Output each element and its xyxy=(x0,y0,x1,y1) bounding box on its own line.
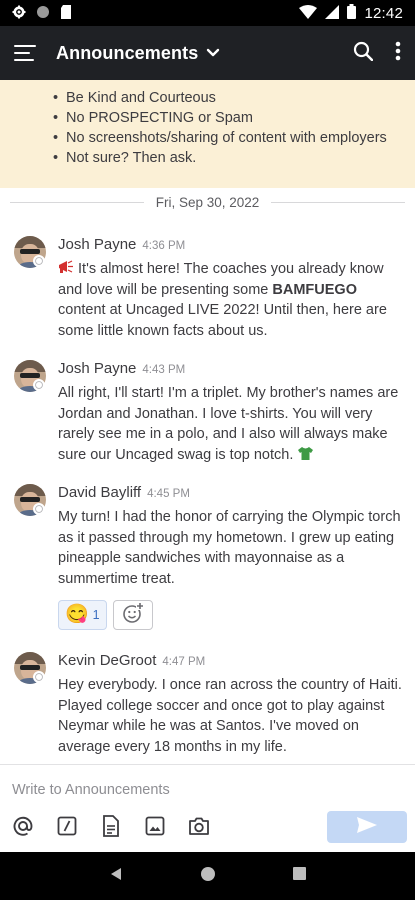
home-icon[interactable] xyxy=(200,866,216,887)
header-actions xyxy=(353,41,401,66)
message-text: It's almost here! The coaches you alread… xyxy=(58,260,387,339)
presence-status-icon xyxy=(33,671,45,683)
author-name[interactable]: Josh Payne xyxy=(58,236,136,253)
send-button[interactable] xyxy=(327,811,407,843)
post-header: David Bayliff 4:45 PM xyxy=(58,484,190,501)
channel-title: Announcements xyxy=(56,42,199,63)
post-composer xyxy=(0,764,415,852)
at-mention-icon[interactable] xyxy=(12,815,34,837)
signal-icon xyxy=(325,4,340,22)
chevron-down-icon xyxy=(206,48,220,58)
reactions-row: 😋 1 xyxy=(58,600,153,630)
status-time: 12:42 xyxy=(364,4,403,22)
camera-icon[interactable] xyxy=(188,815,210,837)
post-header: Kevin DeGroot 4:47 PM xyxy=(58,652,205,669)
sd-card-icon xyxy=(60,4,72,22)
author-name[interactable]: David Bayliff xyxy=(58,484,141,501)
rule-item: Not sure? Then ask. xyxy=(53,148,399,168)
channel-banner[interactable]: Be Kind and Courteous No PROSPECTING or … xyxy=(0,80,415,188)
add-reaction-button[interactable] xyxy=(112,600,153,630)
status-left xyxy=(12,4,72,22)
reaction-count: 1 xyxy=(92,608,100,622)
date-separator: Fri, Sep 30, 2022 xyxy=(0,190,415,214)
post-time: 4:45 PM xyxy=(147,488,190,500)
more-vert-icon[interactable] xyxy=(395,41,401,66)
file-icon[interactable] xyxy=(100,815,122,837)
wifi-icon xyxy=(299,4,318,22)
slash-command-icon[interactable] xyxy=(56,815,78,837)
send-icon xyxy=(356,816,378,839)
tshirt-emoji-icon xyxy=(297,446,314,463)
image-icon[interactable] xyxy=(144,815,166,837)
message-input[interactable] xyxy=(12,779,392,801)
add-emoji-icon xyxy=(122,601,144,629)
channel-switcher[interactable]: Announcements xyxy=(56,43,220,64)
message-text: All right, I'll start! I'm a triplet. My… xyxy=(58,385,399,463)
message-text: Hey everybody. I once ran across the cou… xyxy=(58,677,402,755)
back-icon[interactable] xyxy=(109,867,123,886)
app-header: Announcements xyxy=(0,26,415,80)
rule-item: Be Kind and Courteous xyxy=(53,88,399,108)
rules-list: Be Kind and Courteous No PROSPECTING or … xyxy=(0,88,415,168)
post[interactable]: Kevin DeGroot 4:47 PM Hey everybody. I o… xyxy=(0,652,415,760)
megaphone-emoji-icon xyxy=(58,260,74,277)
author-name[interactable]: Josh Payne xyxy=(58,360,136,377)
post-time: 4:36 PM xyxy=(142,240,186,252)
post-time: 4:43 PM xyxy=(142,364,186,376)
presence-status-icon xyxy=(33,255,45,267)
date-label: Fri, Sep 30, 2022 xyxy=(155,194,260,210)
presence-status-icon xyxy=(33,503,45,515)
circle-icon xyxy=(36,5,50,22)
search-icon[interactable] xyxy=(353,41,374,66)
rule-item: No screenshots/sharing of content with e… xyxy=(53,128,399,148)
message-text: My turn! I had the honor of carrying the… xyxy=(58,509,401,587)
author-name[interactable]: Kevin DeGroot xyxy=(58,652,156,669)
composer-toolbar xyxy=(12,815,210,837)
hamburger-icon[interactable] xyxy=(14,45,36,61)
reaction-chip[interactable]: 😋 1 xyxy=(58,600,107,630)
post-time: 4:47 PM xyxy=(162,656,206,668)
post-header: Josh Payne 4:43 PM xyxy=(58,360,185,377)
post[interactable]: Josh Payne 4:43 PM All right, I'll start… xyxy=(0,360,415,470)
rule-item: No PROSPECTING or Spam xyxy=(53,108,399,128)
recents-icon[interactable] xyxy=(293,867,307,885)
settings-icon xyxy=(12,5,26,22)
status-right: 12:42 xyxy=(299,4,403,22)
bold-text: BAMFUEGO xyxy=(272,281,357,298)
post[interactable]: Josh Payne 4:36 PM It's almost here! The… xyxy=(0,236,415,346)
battery-icon xyxy=(347,4,357,22)
post-header: Josh Payne 4:36 PM xyxy=(58,236,185,253)
system-nav-bar xyxy=(0,852,415,900)
status-bar: 12:42 xyxy=(0,0,415,26)
presence-status-icon xyxy=(33,379,45,391)
yum-emoji-icon: 😋 xyxy=(65,604,89,625)
